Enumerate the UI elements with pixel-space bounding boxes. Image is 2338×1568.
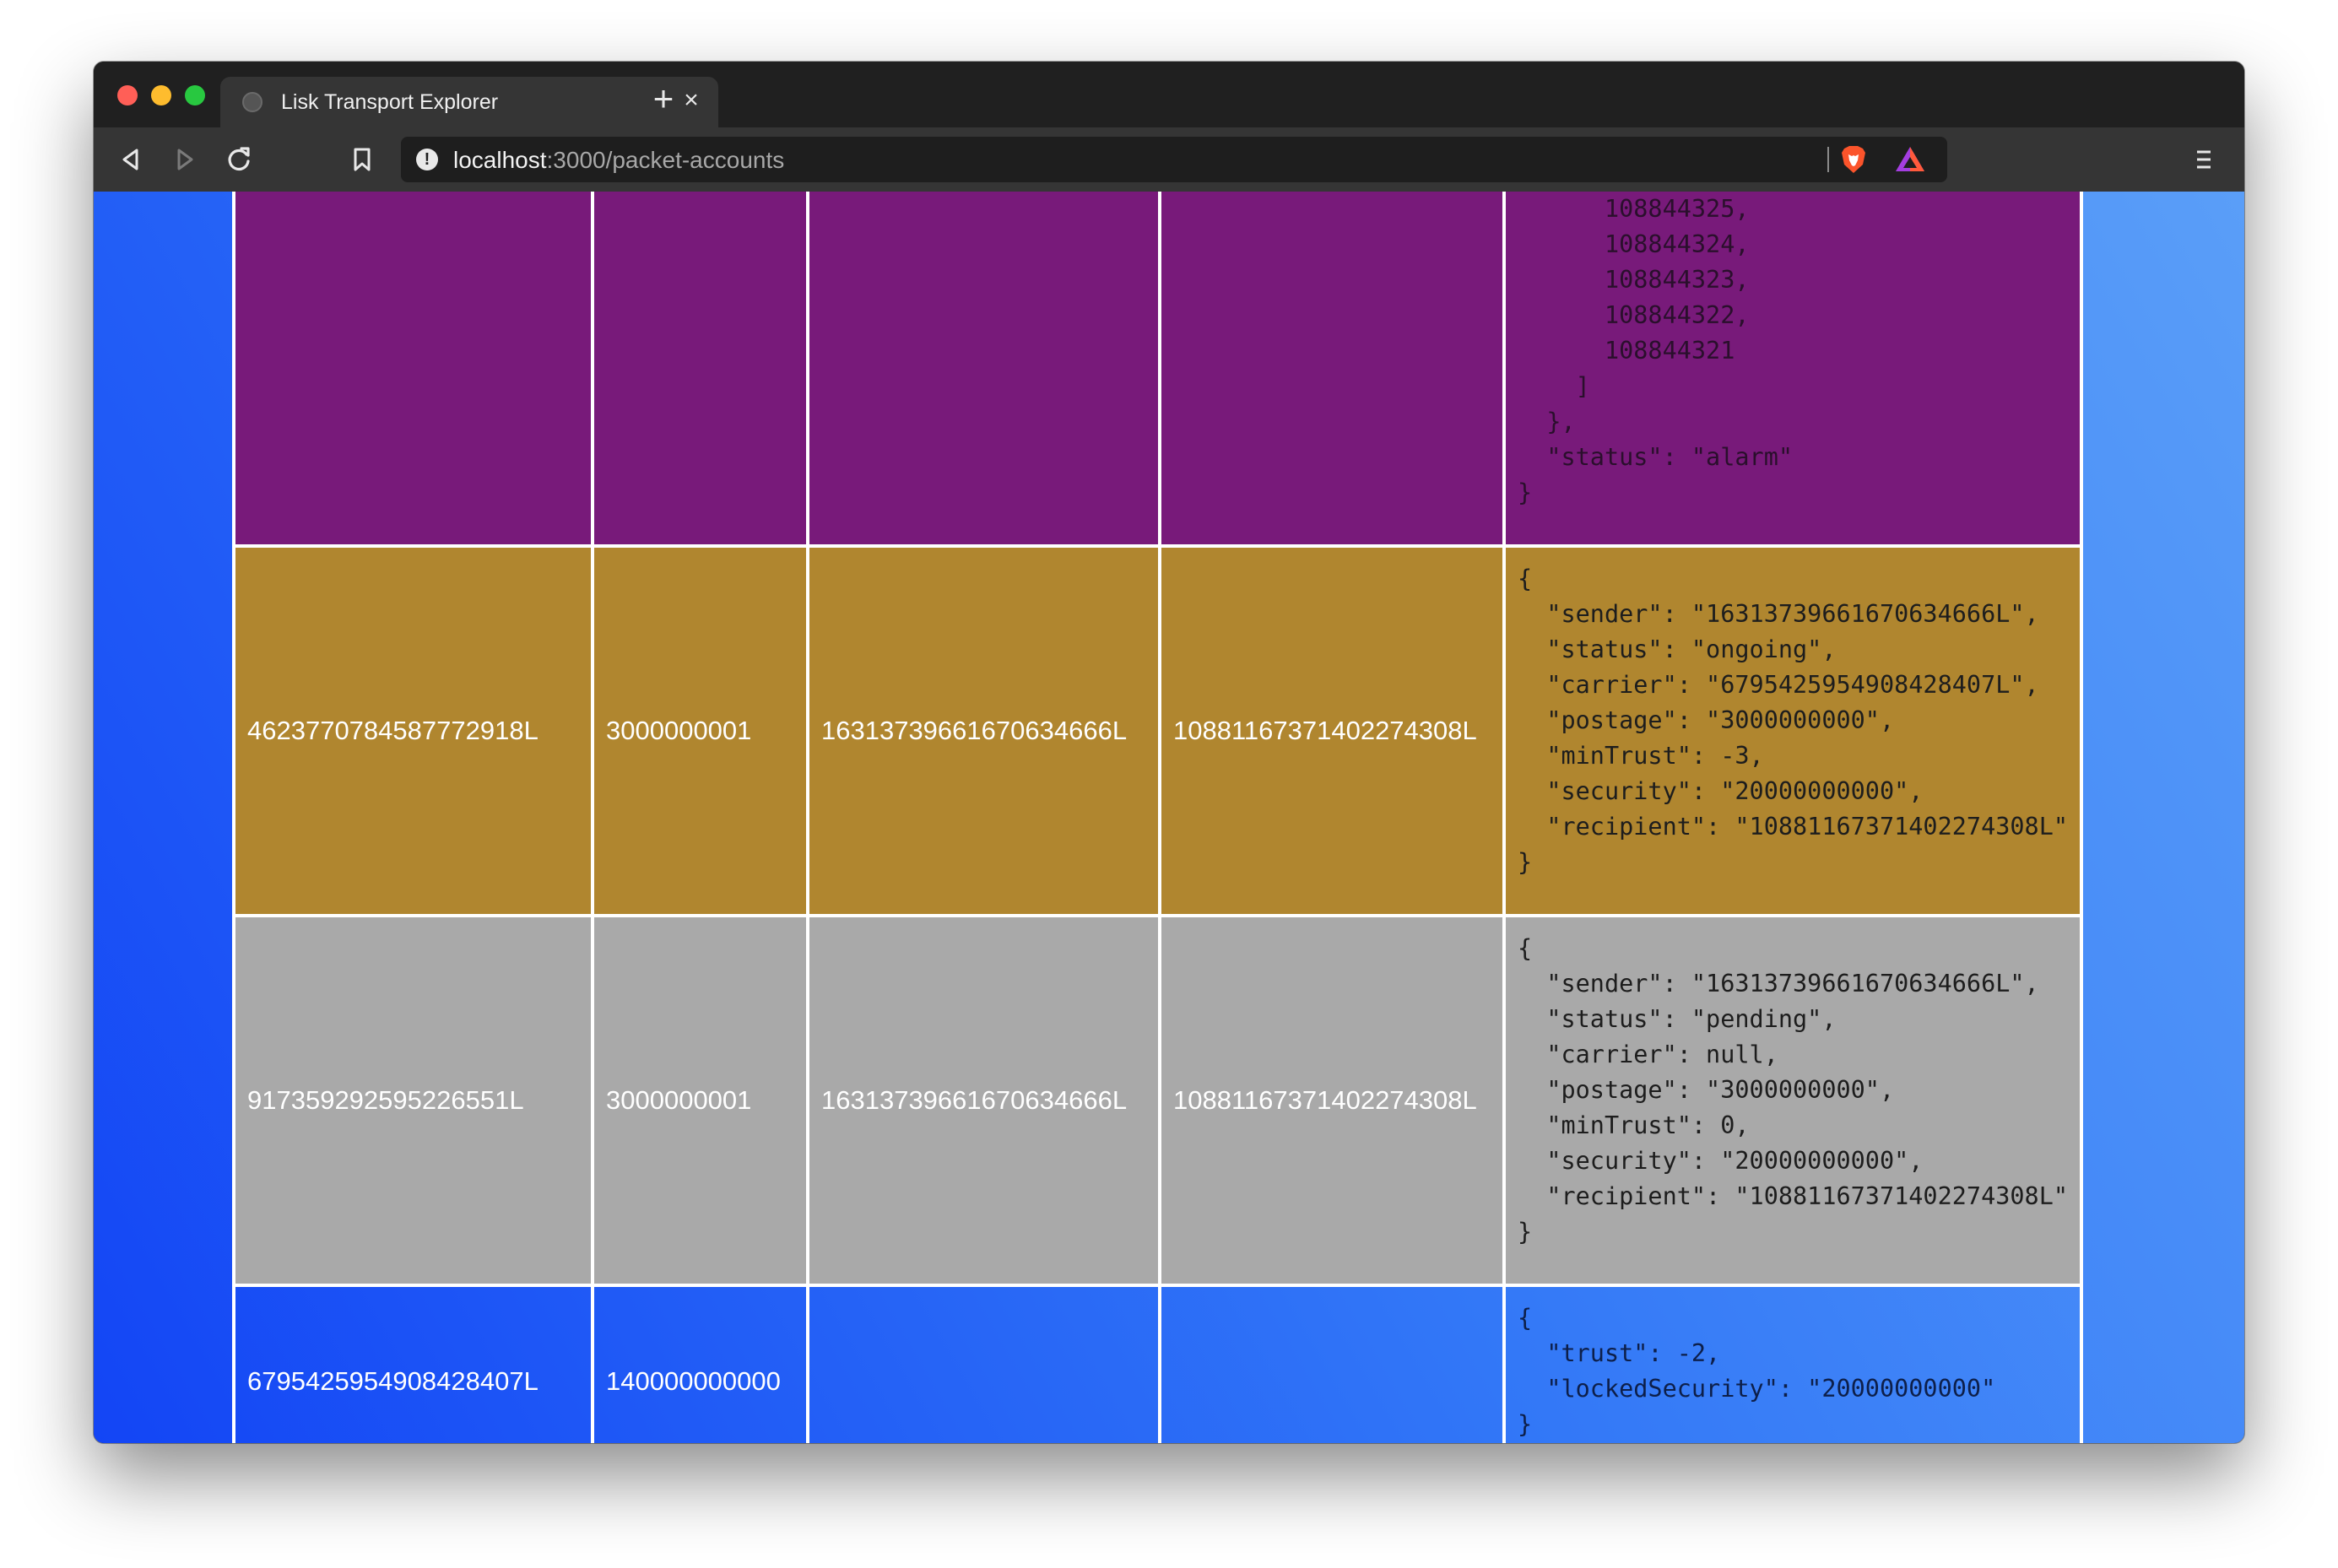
balance-cell: 3000000001 xyxy=(591,914,809,1287)
balance-cell: 140000000000 xyxy=(591,1284,809,1443)
balance-cell xyxy=(591,192,809,548)
url-text[interactable]: localhost:3000/packet-accounts xyxy=(453,147,784,174)
hamburger-menu-icon[interactable] xyxy=(2189,144,2219,175)
minimize-window-button[interactable] xyxy=(151,85,171,105)
reload-icon[interactable] xyxy=(220,141,257,178)
info-icon[interactable]: ! xyxy=(416,149,438,170)
balance-cell: 3000000001 xyxy=(591,544,809,917)
sender-cell: 16313739661670634666L xyxy=(806,544,1161,917)
asset-json-cell: 108844325, 108844324, 108844323, 1088443… xyxy=(1502,192,2084,548)
recipient-cell: 10881167371402274308L xyxy=(1158,914,1506,1287)
table-row: 108844325, 108844324, 108844323, 1088443… xyxy=(232,192,2084,548)
back-arrow-icon[interactable] xyxy=(112,141,149,178)
address-cell: 917359292595226551L xyxy=(232,914,594,1287)
recipient-cell xyxy=(1158,192,1506,548)
url-host: localhost xyxy=(453,147,547,173)
sender-cell xyxy=(806,1284,1161,1443)
bookmark-icon[interactable] xyxy=(344,141,381,178)
forward-arrow-icon[interactable] xyxy=(166,141,203,178)
asset-json-cell: { "trust": -2, "lockedSecurity": "200000… xyxy=(1502,1284,2084,1443)
sender-cell xyxy=(806,192,1161,548)
sender-cell: 16313739661670634666L xyxy=(806,914,1161,1287)
maximize-window-button[interactable] xyxy=(185,85,205,105)
asset-json: { "trust": -2, "lockedSecurity": "200000… xyxy=(1518,1304,1996,1438)
close-window-button[interactable] xyxy=(117,85,138,105)
asset-json: { "sender": "16313739661670634666L", "st… xyxy=(1518,565,2069,876)
address-cell xyxy=(232,192,594,548)
asset-json: 108844325, 108844324, 108844323, 1088443… xyxy=(1518,195,1794,506)
table-row: 917359292595226551L 3000000001 163137396… xyxy=(232,914,2084,1287)
packet-accounts-table: 108844325, 108844324, 108844323, 1088443… xyxy=(232,192,2084,1443)
url-path: :3000/packet-accounts xyxy=(546,147,785,173)
asset-json: { "sender": "16313739661670634666L", "st… xyxy=(1518,934,2069,1246)
table-row: 6795425954908428407L 140000000000 { "tru… xyxy=(232,1284,2084,1443)
table-row: 4623770784587772918L 3000000001 16313739… xyxy=(232,544,2084,917)
recipient-cell: 10881167371402274308L xyxy=(1158,544,1506,917)
browser-window: Lisk Transport Explorer × + ! localhost:… xyxy=(94,62,2244,1443)
asset-json-cell: { "sender": "16313739661670634666L", "st… xyxy=(1502,914,2084,1287)
tab-bar: Lisk Transport Explorer × + xyxy=(94,62,2244,127)
page-viewport[interactable]: 108844325, 108844324, 108844323, 1088443… xyxy=(94,192,2244,1443)
address-cell: 4623770784587772918L xyxy=(232,544,594,917)
brave-lion-icon[interactable] xyxy=(1837,143,1870,176)
browser-toolbar: ! localhost:3000/packet-accounts xyxy=(94,127,2244,192)
new-tab-button[interactable]: + xyxy=(638,73,689,124)
asset-json-cell: { "sender": "16313739661670634666L", "st… xyxy=(1502,544,2084,917)
brave-rewards-triangle-icon[interactable] xyxy=(1893,143,1927,176)
recipient-cell xyxy=(1158,1284,1506,1443)
address-cell: 6795425954908428407L xyxy=(232,1284,594,1443)
address-bar-divider xyxy=(1827,147,1829,172)
address-bar[interactable]: ! localhost:3000/packet-accounts xyxy=(401,137,1947,182)
tab-title: Lisk Transport Explorer xyxy=(281,90,499,114)
globe-icon xyxy=(242,92,262,112)
